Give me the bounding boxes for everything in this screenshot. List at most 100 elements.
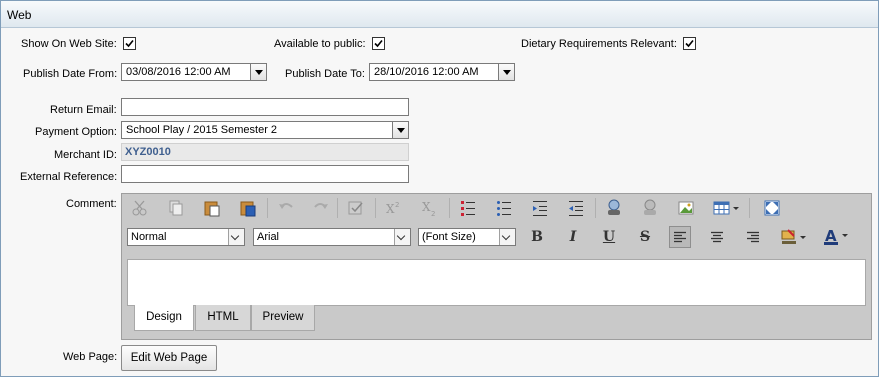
publish-to-select[interactable]: 28/10/2016 12:00 AM — [369, 63, 515, 81]
redo-button[interactable] — [310, 198, 330, 218]
chevron-down-icon[interactable] — [250, 64, 266, 80]
publish-from-label: Publish Date From: — [23, 68, 118, 80]
web-page-label: Web Page: — [63, 351, 118, 363]
font-size-select[interactable]: (Font Size) — [418, 228, 516, 246]
merchant-id-field: XYZ0010 — [121, 143, 409, 161]
paste-word-icon — [240, 201, 256, 217]
cut-icon — [132, 200, 147, 216]
font-name-value: Arial — [257, 231, 280, 243]
toolbar-separator — [337, 198, 338, 218]
outdent-icon — [569, 201, 583, 216]
align-center-icon — [711, 231, 723, 243]
italic-button[interactable]: I — [562, 226, 584, 248]
svg-text:X: X — [386, 202, 395, 216]
tab-html[interactable]: HTML — [195, 305, 251, 331]
paragraph-format-value: Normal — [131, 231, 167, 243]
link-icon — [608, 199, 620, 215]
bold-button[interactable]: B — [526, 226, 548, 248]
unordered-list-button[interactable] — [494, 198, 514, 218]
checkmark-icon — [685, 39, 694, 48]
show-on-web-checkbox[interactable] — [123, 37, 136, 50]
superscript-button[interactable]: X2 — [384, 198, 404, 218]
comment-label: Comment: — [66, 198, 117, 210]
comment-edit-area[interactable] — [127, 259, 866, 306]
superscript-icon: X2 — [386, 201, 399, 216]
publish-to-label: Publish Date To: — [285, 68, 365, 80]
toolbar-separator — [595, 198, 596, 218]
publish-from-value: 03/08/2016 12:00 AM — [126, 66, 231, 78]
copy-icon — [169, 200, 183, 216]
subscript-button[interactable]: X2 — [420, 198, 440, 218]
align-right-icon — [747, 231, 759, 243]
chevron-down-icon[interactable] — [228, 229, 244, 245]
paragraph-format-select[interactable]: Normal — [127, 228, 245, 246]
paste-button[interactable] — [202, 198, 222, 218]
web-panel: Web Show On Web Site: Available to publi… — [0, 0, 879, 377]
underline-button[interactable]: U — [598, 226, 620, 248]
merchant-id-value: XYZ0010 — [125, 146, 171, 158]
font-size-value: (Font Size) — [422, 231, 476, 243]
checkmark-icon — [374, 39, 383, 48]
align-left-icon — [674, 231, 686, 243]
available-public-label: Available to public: — [274, 38, 366, 50]
image-icon — [678, 201, 694, 215]
strikethrough-button[interactable]: S — [634, 226, 656, 248]
toolbar-separator — [449, 198, 450, 218]
redo-icon — [314, 203, 328, 209]
unordered-list-icon — [497, 201, 511, 216]
fullscreen-icon — [764, 200, 780, 216]
image-button[interactable] — [676, 198, 696, 218]
spellcheck-icon — [348, 201, 363, 215]
chevron-down-icon — [842, 234, 848, 237]
checkmark-icon — [125, 39, 134, 48]
edit-web-page-button[interactable]: Edit Web Page — [121, 345, 217, 371]
copy-button[interactable] — [166, 198, 186, 218]
subscript-icon: X2 — [422, 200, 435, 218]
tab-preview[interactable]: Preview — [251, 305, 315, 331]
show-on-web-label: Show On Web Site: — [21, 38, 117, 50]
align-right-button[interactable] — [742, 226, 764, 248]
tab-design[interactable]: Design — [134, 305, 194, 331]
highlighter-icon — [781, 229, 806, 244]
align-center-button[interactable] — [706, 226, 728, 248]
link-button[interactable] — [604, 198, 624, 218]
font-color-swatch — [824, 242, 838, 245]
panel-title: Web — [1, 1, 878, 28]
available-public-checkbox[interactable] — [372, 37, 385, 50]
unlink-button[interactable] — [640, 198, 660, 218]
paste-icon — [204, 201, 220, 217]
font-color-button[interactable]: A — [822, 227, 850, 247]
table-button[interactable] — [712, 198, 742, 218]
comment-editor: X2X2 Normal Arial (Font Size) B I U S A … — [121, 193, 872, 340]
outdent-button[interactable] — [566, 198, 586, 218]
toolbar-separator — [749, 198, 750, 218]
chevron-down-icon[interactable] — [392, 122, 408, 138]
dietary-label: Dietary Requirements Relevant: — [521, 38, 677, 50]
svg-text:2: 2 — [395, 201, 399, 209]
toolbar-separator — [375, 198, 376, 218]
external-ref-input[interactable] — [121, 165, 409, 183]
font-name-select[interactable]: Arial — [253, 228, 411, 246]
publish-from-select[interactable]: 03/08/2016 12:00 AM — [121, 63, 267, 81]
cut-button[interactable] — [130, 198, 150, 218]
fullscreen-button[interactable] — [762, 198, 782, 218]
merchant-id-label: Merchant ID: — [54, 149, 117, 161]
paste-word-button[interactable] — [238, 198, 258, 218]
publish-to-value: 28/10/2016 12:00 AM — [374, 66, 479, 78]
chevron-down-icon[interactable] — [499, 229, 515, 245]
payment-option-select[interactable]: School Play / 2015 Semester 2 — [121, 121, 409, 139]
return-email-input[interactable] — [121, 98, 409, 116]
undo-button[interactable] — [276, 198, 296, 218]
chevron-down-icon[interactable] — [498, 64, 514, 80]
svg-text:X: X — [422, 200, 431, 214]
spellcheck-button[interactable] — [346, 198, 366, 218]
highlight-color-button[interactable] — [780, 227, 806, 247]
ordered-list-button[interactable] — [458, 198, 478, 218]
align-left-button[interactable] — [669, 226, 691, 248]
dietary-checkbox[interactable] — [683, 37, 696, 50]
indent-icon — [533, 201, 547, 216]
return-email-label: Return Email: — [50, 104, 117, 116]
chevron-down-icon[interactable] — [394, 229, 410, 245]
table-icon — [713, 201, 739, 215]
indent-button[interactable] — [530, 198, 550, 218]
